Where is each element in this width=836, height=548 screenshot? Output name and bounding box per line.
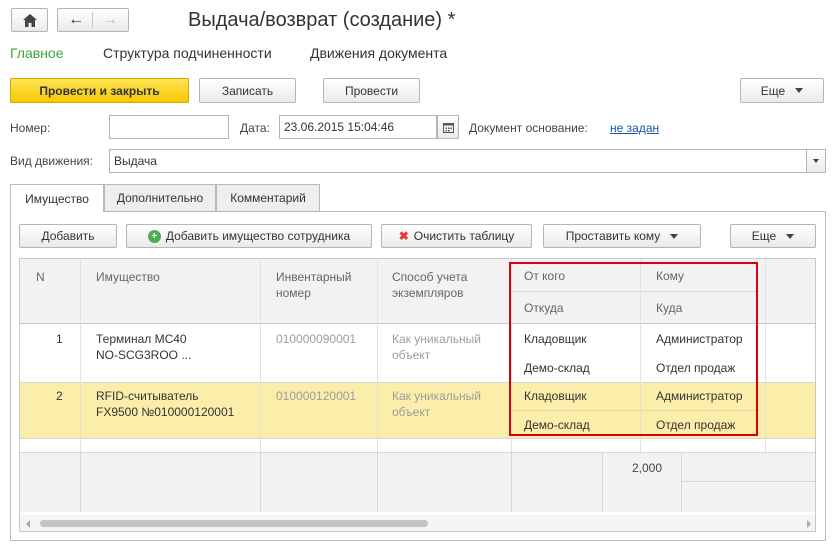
number-label: Номер:	[10, 121, 51, 135]
clear-table-label: Очистить таблицу	[413, 229, 515, 243]
tab-structure[interactable]: Структура подчиненности	[103, 45, 272, 61]
row-item: RFID-считыватель FX9500 №010000120001	[96, 388, 234, 420]
row-item-line1: RFID-считыватель	[96, 389, 199, 403]
header-n[interactable]: N	[36, 269, 45, 285]
row-inv-number: 010000120001	[276, 389, 357, 403]
chevron-down-icon	[795, 88, 804, 93]
home-icon	[22, 13, 37, 27]
movement-label: Вид движения:	[10, 154, 93, 168]
highlight-box	[509, 262, 758, 436]
tab-additional[interactable]: Дополнительно	[104, 184, 216, 211]
row-method: Как уникальный объект	[392, 388, 481, 420]
row-number: 1	[56, 332, 63, 346]
row-item-line1: Терминал МС40	[96, 332, 187, 346]
header-inv-line2: номер	[276, 286, 311, 300]
header-inv-line1: Инвентарный	[276, 270, 352, 284]
clear-table-icon: ✖	[398, 229, 409, 243]
tab-main[interactable]: Главное	[10, 45, 64, 61]
scrollbar-thumb[interactable]	[40, 520, 428, 527]
number-field[interactable]	[109, 115, 229, 139]
more-button[interactable]: Еще	[740, 78, 824, 103]
header-method[interactable]: Способ учета экземпляров	[392, 269, 467, 301]
tab-property[interactable]: Имущество	[10, 184, 104, 212]
scroll-left-arrow[interactable]	[26, 520, 30, 528]
table-footer	[20, 452, 815, 512]
forward-arrow-icon[interactable]: →	[102, 12, 118, 28]
history-nav: ← →	[57, 8, 129, 32]
horizontal-scrollbar[interactable]	[20, 515, 815, 531]
save-button[interactable]: Записать	[199, 78, 296, 103]
movement-dropdown-button[interactable]	[806, 149, 826, 173]
home-button[interactable]	[11, 8, 48, 32]
chevron-down-icon	[670, 233, 679, 239]
table-more-label: Еще	[751, 229, 777, 243]
row-method-line1: Как уникальный	[392, 332, 481, 346]
row-number: 2	[56, 389, 63, 403]
more-label: Еще	[760, 83, 786, 98]
row-item-line2: FX9500 №010000120001	[96, 405, 235, 419]
assign-to-label: Проставить кому	[565, 229, 661, 243]
header-method-line1: Способ учета	[392, 270, 468, 284]
post-button[interactable]: Провести	[323, 78, 420, 103]
assign-to-button[interactable]: Проставить кому	[543, 224, 701, 248]
footer-total: 2,000	[632, 461, 663, 475]
date-label: Дата:	[240, 121, 270, 135]
row-item: Терминал МС40 NO-SCG3ROO ...	[96, 331, 191, 363]
row-item-line2: NO-SCG3ROO ...	[96, 348, 192, 362]
add-employee-property-button[interactable]: + Добавить имущество сотрудника	[126, 224, 372, 248]
add-button[interactable]: Добавить	[19, 224, 117, 248]
row-method-line2: объект	[392, 405, 431, 419]
date-value: 23.06.2015 15:04:46	[284, 120, 395, 134]
base-doc-link[interactable]: не задан	[610, 121, 659, 135]
chevron-down-icon	[813, 159, 819, 163]
add-employee-label: Добавить имущество сотрудника	[165, 229, 351, 243]
header-method-line2: экземпляров	[392, 286, 464, 300]
row-inv-number: 010000090001	[276, 332, 357, 346]
page-title: Выдача/возврат (создание) *	[188, 9, 456, 31]
chevron-down-icon	[786, 233, 795, 239]
scroll-right-arrow[interactable]	[807, 520, 811, 528]
row-method-line1: Как уникальный	[392, 389, 481, 403]
post-and-close-button[interactable]: Провести и закрыть	[10, 78, 189, 103]
base-doc-label: Документ основание:	[469, 121, 588, 135]
table-more-button[interactable]: Еще	[730, 224, 816, 248]
tab-comment[interactable]: Комментарий	[216, 184, 320, 211]
add-employee-icon: +	[147, 229, 161, 243]
clear-table-button[interactable]: ✖ Очистить таблицу	[381, 224, 532, 248]
header-item[interactable]: Имущество	[96, 269, 160, 285]
header-inv-number[interactable]: Инвентарный номер	[276, 269, 351, 301]
row-method-line2: объект	[392, 348, 431, 362]
movement-field[interactable]: Выдача	[109, 149, 807, 173]
movement-value: Выдача	[114, 154, 157, 168]
date-field[interactable]: 23.06.2015 15:04:46	[279, 115, 437, 139]
calendar-icon	[442, 122, 454, 133]
back-arrow-icon[interactable]: ←	[68, 12, 84, 28]
tab-movements[interactable]: Движения документа	[310, 45, 447, 61]
calendar-button[interactable]	[437, 115, 459, 139]
row-method: Как уникальный объект	[392, 331, 481, 363]
items-table: N Имущество Инвентарный номер Способ уче…	[19, 258, 816, 532]
